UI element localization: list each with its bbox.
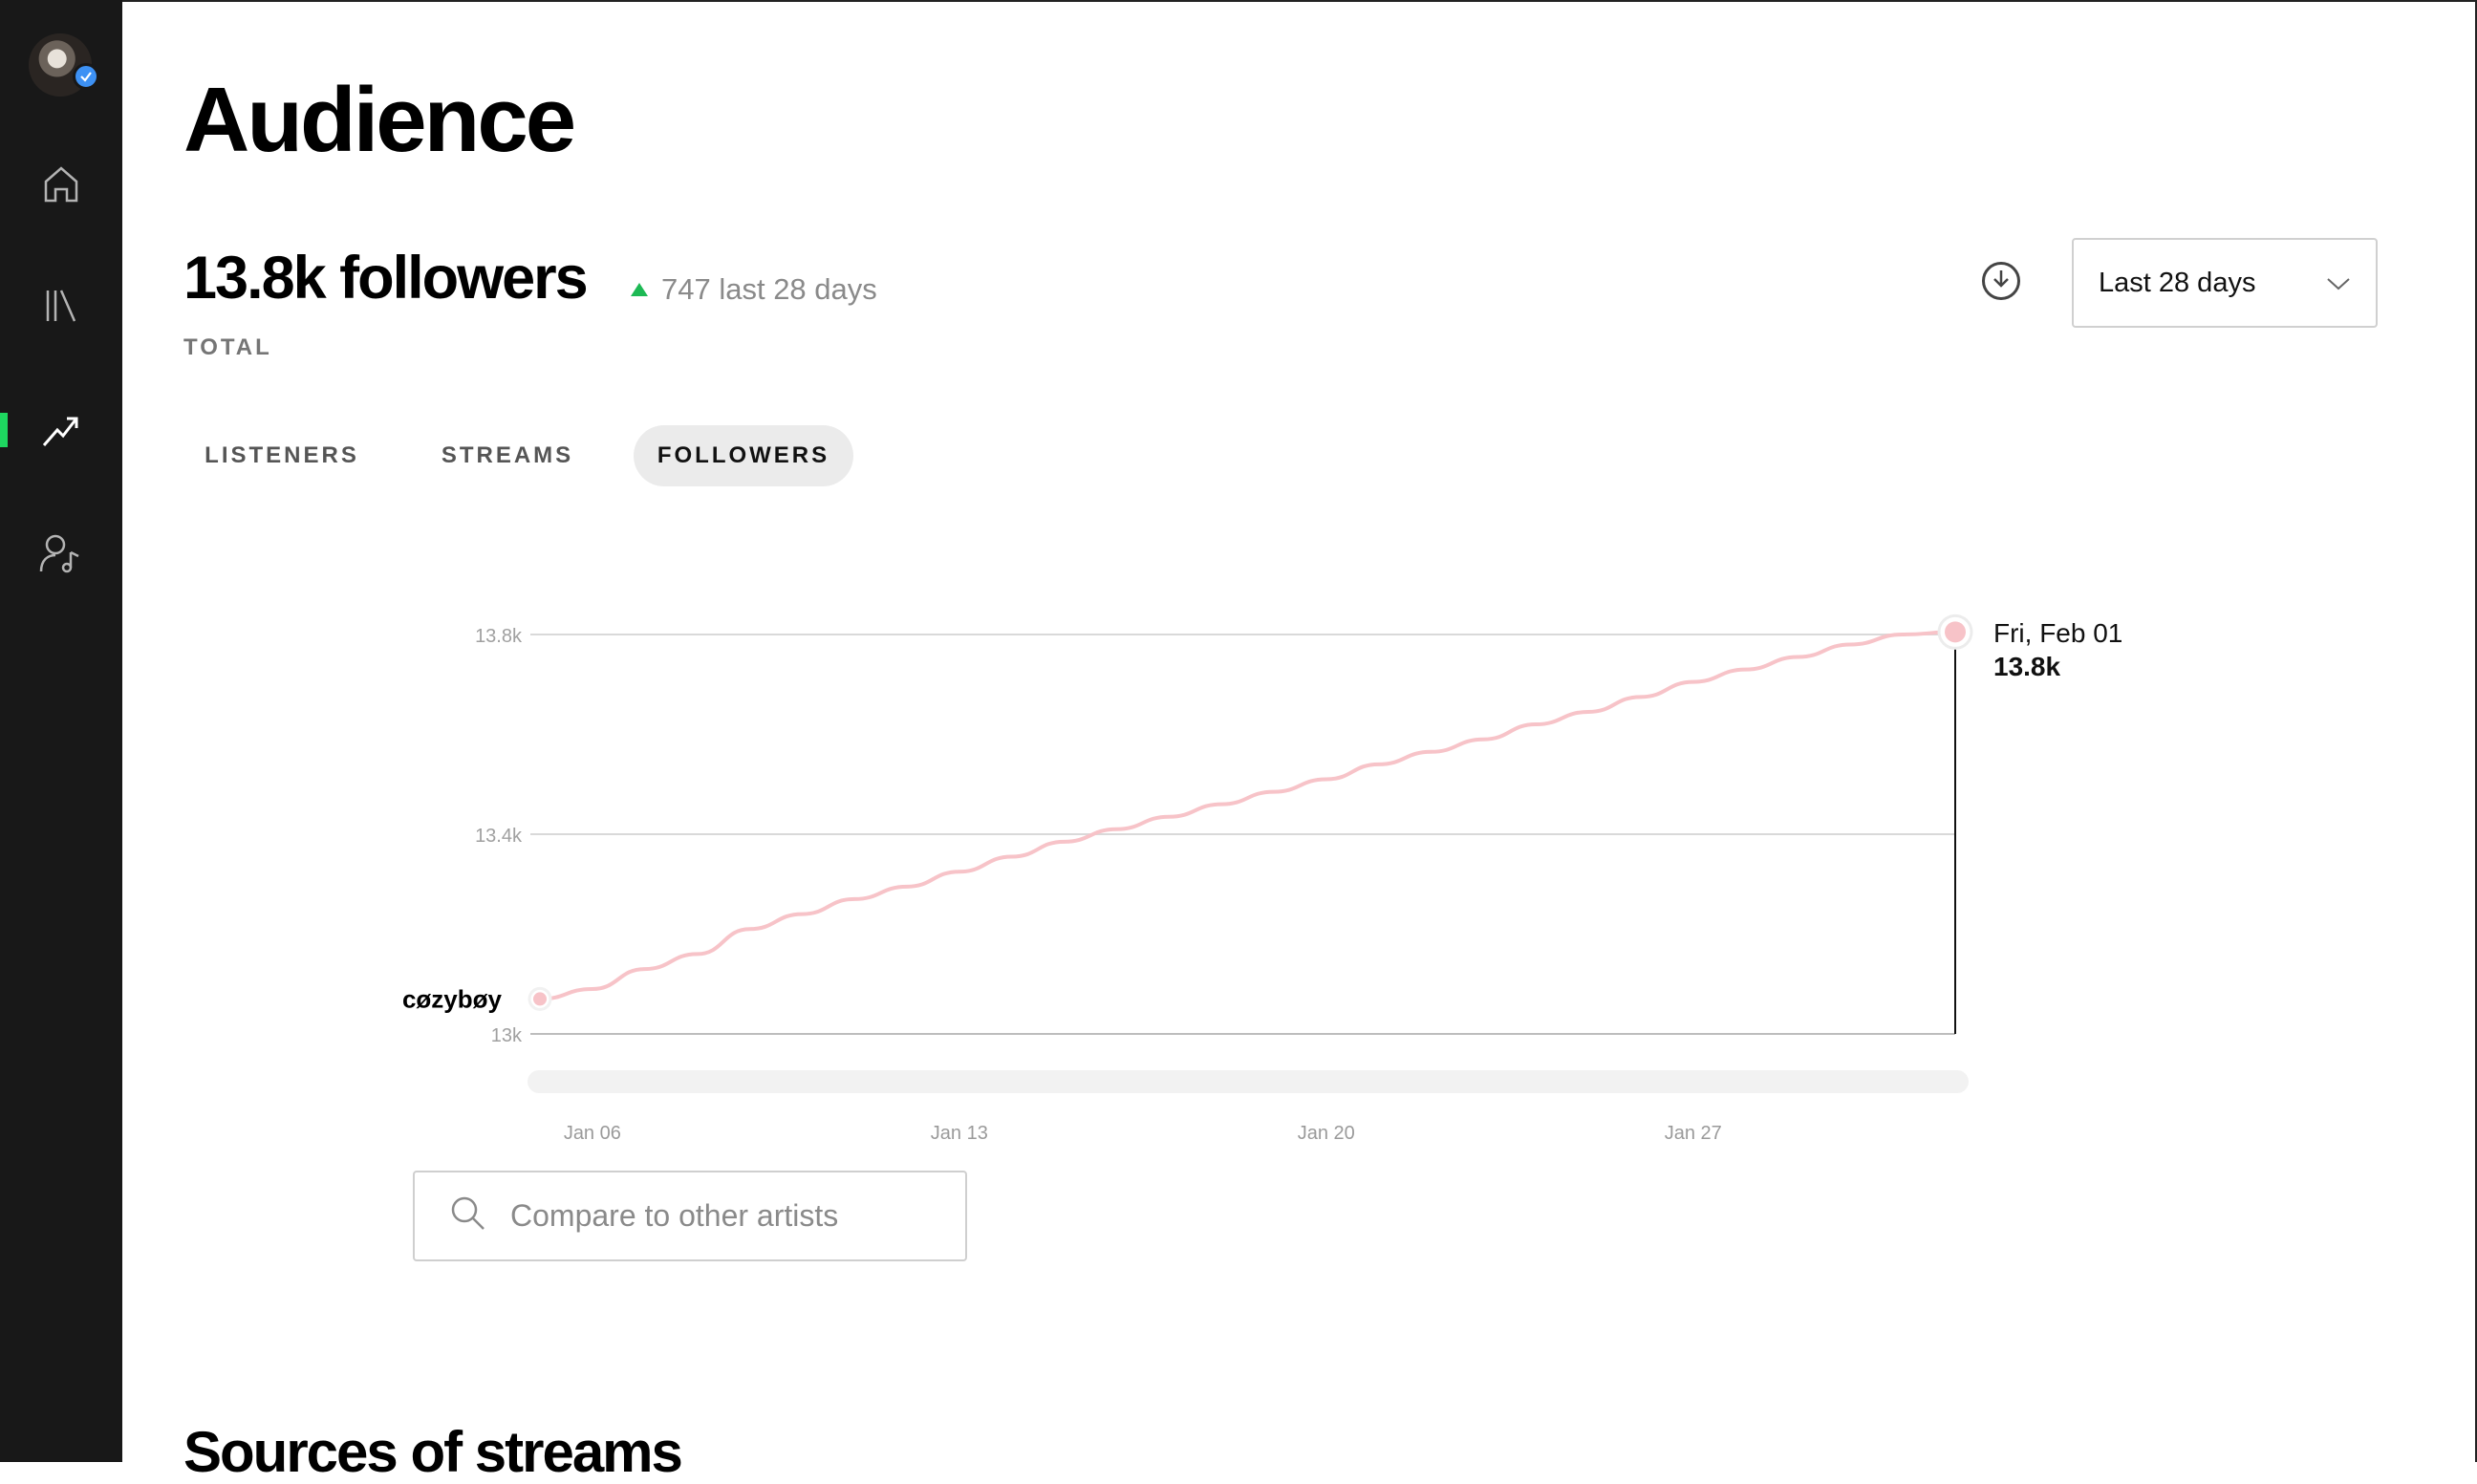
date-range-value: Last 28 days [2099, 267, 2256, 298]
end-point [1945, 621, 1966, 643]
page-title: Audience [183, 69, 576, 171]
tab-followers[interactable]: FOLLOWERS [634, 425, 853, 486]
start-point [533, 992, 547, 1006]
nav-profile[interactable] [0, 516, 122, 592]
y-tick-label: 13.4k [475, 826, 523, 847]
compare-artists-input[interactable]: Compare to other artists [413, 1171, 967, 1261]
tooltip-date: Fri, Feb 01 [1993, 618, 2122, 648]
sidebar [0, 0, 122, 1462]
tab-streams[interactable]: STREAMS [420, 425, 594, 486]
section-title-sources: Sources of streams [183, 1420, 683, 1484]
x-tick-label: Jan 20 [1298, 1123, 1355, 1144]
y-tick-label: 13.8k [475, 626, 523, 647]
compare-placeholder: Compare to other artists [510, 1198, 839, 1233]
search-icon [449, 1194, 487, 1237]
chevron-down-icon [2326, 268, 2351, 299]
followers-delta: 747 last 28 days [631, 272, 877, 307]
delta-text: 747 last 28 days [661, 272, 877, 306]
library-icon [40, 285, 82, 332]
total-label: TOTAL [183, 334, 272, 360]
nav-home[interactable] [0, 147, 122, 224]
verified-badge-icon [73, 63, 99, 90]
download-button[interactable] [1982, 262, 2020, 300]
nav-stats[interactable] [0, 392, 122, 468]
x-tick-label: Jan 06 [564, 1123, 621, 1144]
up-arrow-icon [631, 283, 648, 296]
scroll-track [528, 1070, 1969, 1093]
nav-library[interactable] [0, 269, 122, 346]
y-tick-label: 13k [491, 1025, 523, 1046]
artist-profile-icon [38, 529, 84, 580]
home-icon [40, 162, 82, 209]
stats-icon [40, 407, 82, 454]
series-label: cøzybøy [402, 984, 503, 1013]
tooltip-value: 13.8k [1993, 652, 2060, 681]
date-range-select[interactable]: Last 28 days [2072, 238, 2378, 328]
download-icon [1991, 268, 2012, 295]
followers-total: 13.8k followers [183, 245, 589, 312]
x-tick-label: Jan 13 [931, 1123, 988, 1144]
tab-listeners[interactable]: LISTENERS [191, 425, 373, 486]
x-tick-label: Jan 27 [1665, 1123, 1722, 1144]
